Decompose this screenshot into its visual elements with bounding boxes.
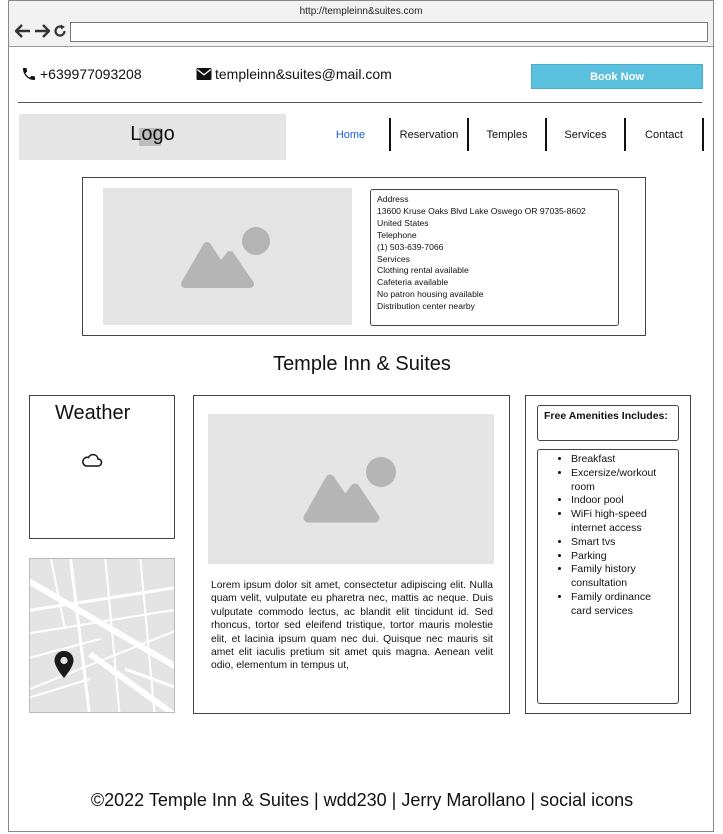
hero-image-placeholder (103, 188, 352, 325)
weather-title: Weather (55, 402, 131, 424)
nav-reservation[interactable]: Reservation (391, 118, 469, 151)
service-item: Cafeteria available (377, 277, 449, 288)
amenities-title: Free Amenities Includes: (537, 405, 679, 441)
service-item: Distribution center nearby (377, 301, 475, 312)
amenity-item: WiFi high-speed internet access (571, 508, 674, 536)
browser-chrome: http://templeinn&suites.com (9, 1, 713, 47)
book-now-button[interactable]: Book Now (531, 64, 703, 89)
image-placeholder-icon (303, 457, 396, 523)
address-bar[interactable] (70, 22, 708, 42)
main-nav: Home Reservation Temples Services Contac… (312, 118, 704, 151)
service-item: Clothing rental available (377, 265, 469, 276)
mail-icon (196, 68, 212, 80)
main-image-placeholder (208, 414, 494, 564)
body-text: Lorem ipsum dolor sit amet, consectetur … (211, 580, 493, 672)
map-graphic (30, 559, 174, 712)
nav-home[interactable]: Home (312, 118, 391, 151)
phone-number: +639977093208 (40, 66, 142, 82)
telephone-number[interactable]: (1) 503-639-7066 (377, 242, 612, 254)
contact-row: +639977093208 templeinn&suites@mail.com … (21, 64, 705, 90)
logo-text: Logo (130, 123, 175, 145)
header-divider (18, 102, 702, 103)
nav-temples[interactable]: Temples (469, 118, 547, 151)
address-label: Address (377, 194, 409, 204)
weather-widget: Weather (29, 395, 175, 539)
amenity-item: Family ordinance card services (571, 591, 674, 619)
hotel-info-card: Address 13600 Kruse Oaks Blvd Lake Osweg… (370, 189, 619, 326)
telephone-label: Telephone (377, 229, 417, 240)
amenities-list-box: Breakfast Excersize/workout room Indoor … (537, 449, 679, 704)
amenity-item: Indoor pool (571, 494, 674, 508)
amenity-item: Excersize/workout room (571, 467, 674, 495)
map-pin-icon (53, 650, 75, 685)
cloud-icon (81, 452, 103, 473)
map-widget[interactable] (29, 558, 175, 713)
hero-section: Address 13600 Kruse Oaks Blvd Lake Osweg… (82, 177, 646, 336)
forward-arrow-icon[interactable] (34, 24, 50, 38)
nav-contact[interactable]: Contact (626, 118, 704, 151)
amenity-item: Breakfast (571, 453, 674, 467)
footer: ©2022 Temple Inn & Suites | wdd230 | Jer… (90, 790, 634, 810)
amenity-item: Family history consultation (571, 563, 674, 591)
image-placeholder-icon (181, 227, 270, 288)
service-item: No patron housing available (377, 289, 484, 300)
reload-icon[interactable] (53, 24, 67, 38)
address-line: 13600 Kruse Oaks Blvd Lake Oswego OR 970… (377, 205, 586, 216)
amenity-item: Smart tvs (571, 536, 674, 550)
services-label: Services (377, 253, 410, 264)
page-title: Temple Inn & Suites (273, 353, 451, 375)
main-content-card: Lorem ipsum dolor sit amet, consectetur … (193, 395, 510, 714)
window-title-url: http://templeinn&suites.com (299, 6, 423, 17)
email-contact[interactable]: templeinn&suites@mail.com (195, 66, 392, 82)
back-arrow-icon[interactable] (15, 24, 31, 38)
browser-nav-buttons (15, 24, 67, 38)
logo[interactable]: Logo (19, 114, 286, 160)
amenities-panel: Free Amenities Includes: Breakfast Excer… (525, 395, 691, 714)
phone-icon (23, 68, 35, 80)
amenities-list: Breakfast Excersize/workout room Indoor … (571, 453, 674, 619)
nav-services[interactable]: Services (547, 118, 626, 151)
amenity-item: Parking (571, 550, 674, 564)
country: United States (377, 217, 429, 228)
email-address: templeinn&suites@mail.com (215, 66, 392, 82)
browser-window: http://templeinn&suites.com +63997709320… (8, 0, 714, 832)
phone-contact[interactable]: +639977093208 (21, 66, 142, 82)
